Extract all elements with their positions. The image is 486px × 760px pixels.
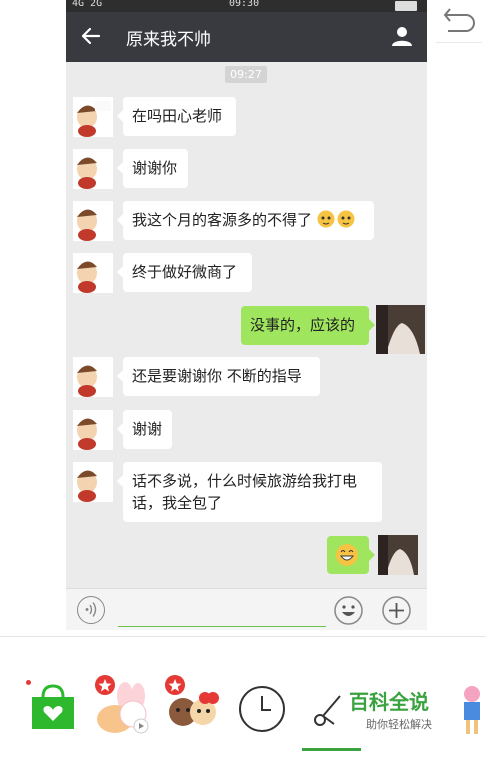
message-timestamp: 09:27 — [225, 66, 267, 83]
message-bubble[interactable]: 在吗田心老师 — [117, 97, 236, 136]
message-bubble-mine[interactable] — [327, 536, 375, 574]
avatar[interactable] — [73, 357, 113, 397]
avatar[interactable] — [73, 149, 113, 189]
selected-tab-indicator — [302, 748, 361, 751]
voice-button[interactable] — [77, 596, 105, 624]
status-time: 09:30 — [229, 0, 260, 9]
my-avatar[interactable] — [378, 535, 418, 575]
shop-bag-icon[interactable] — [30, 683, 76, 731]
message-input[interactable] — [118, 626, 326, 627]
input-bar — [66, 588, 427, 630]
message-bubble[interactable]: 终于做好微商了 — [117, 253, 252, 292]
avatar[interactable] — [73, 410, 113, 450]
message-bubble[interactable]: 还是要谢谢你 不断的指导 — [117, 357, 320, 396]
chat-header: 原来我不帅 — [66, 12, 427, 62]
phone-screen: 4G 2G 09:30 原来我不帅 09:27 在吗田心老师 谢谢你 我这个月的… — [66, 0, 427, 630]
watermark-title: 百科全说 — [349, 690, 429, 714]
chat-title: 原来我不帅 — [126, 30, 211, 50]
undo-button[interactable] — [436, 0, 482, 43]
battery-icon — [395, 1, 417, 11]
grin-emoji-icon — [336, 544, 358, 566]
avatar[interactable] — [73, 201, 113, 241]
message-text: 我这个月的客源多的不得了 — [132, 211, 313, 229]
message-bubble[interactable]: 谢谢 — [117, 410, 172, 449]
message-bubble[interactable]: 我这个月的客源多的不得了 — [117, 201, 374, 240]
message-text: 谢谢你 — [132, 159, 178, 177]
emoji-icon[interactable] — [334, 596, 363, 625]
person-icon[interactable] — [391, 25, 413, 47]
avatar[interactable] — [73, 97, 113, 137]
message-text: 终于做好微商了 — [132, 263, 238, 281]
signal-indicator: 4G 2G — [72, 0, 103, 9]
plus-icon[interactable] — [382, 596, 411, 625]
message-text: 话不多说，什么时候旅游给我打电话，我全包了 — [132, 472, 358, 512]
avatar[interactable] — [73, 462, 113, 502]
message-text: 没事的，应该的 — [250, 316, 356, 334]
character-sticker-icon[interactable] — [458, 684, 486, 736]
message-bubble[interactable]: 话不多说，什么时候旅游给我打电话，我全包了 — [117, 462, 382, 522]
my-avatar[interactable] — [376, 305, 425, 354]
status-bar: 4G 2G 09:30 — [66, 0, 427, 12]
watermark-subtitle: 助你轻松解决 — [366, 718, 432, 731]
message-text: 谢谢 — [132, 420, 163, 438]
watermark: 百科全说 助你轻松解决 — [349, 686, 449, 732]
undo-icon — [443, 8, 475, 32]
back-arrow-icon[interactable] — [80, 25, 102, 47]
avatar[interactable] — [73, 253, 113, 293]
scissors-icon[interactable] — [310, 690, 350, 730]
message-text: 在吗田心老师 — [132, 107, 223, 125]
message-text: 还是要谢谢你 不断的指导 — [132, 367, 302, 385]
blush-emoji-icon — [317, 210, 355, 228]
clock-icon[interactable] — [238, 685, 286, 733]
voice-icon — [85, 602, 97, 617]
message-bubble-mine[interactable]: 没事的，应该的 — [241, 306, 375, 345]
bear-sticker-icon[interactable] — [163, 674, 221, 734]
message-bubble[interactable]: 谢谢你 — [117, 149, 188, 188]
cat-rabbit-sticker-icon[interactable] — [93, 674, 151, 736]
